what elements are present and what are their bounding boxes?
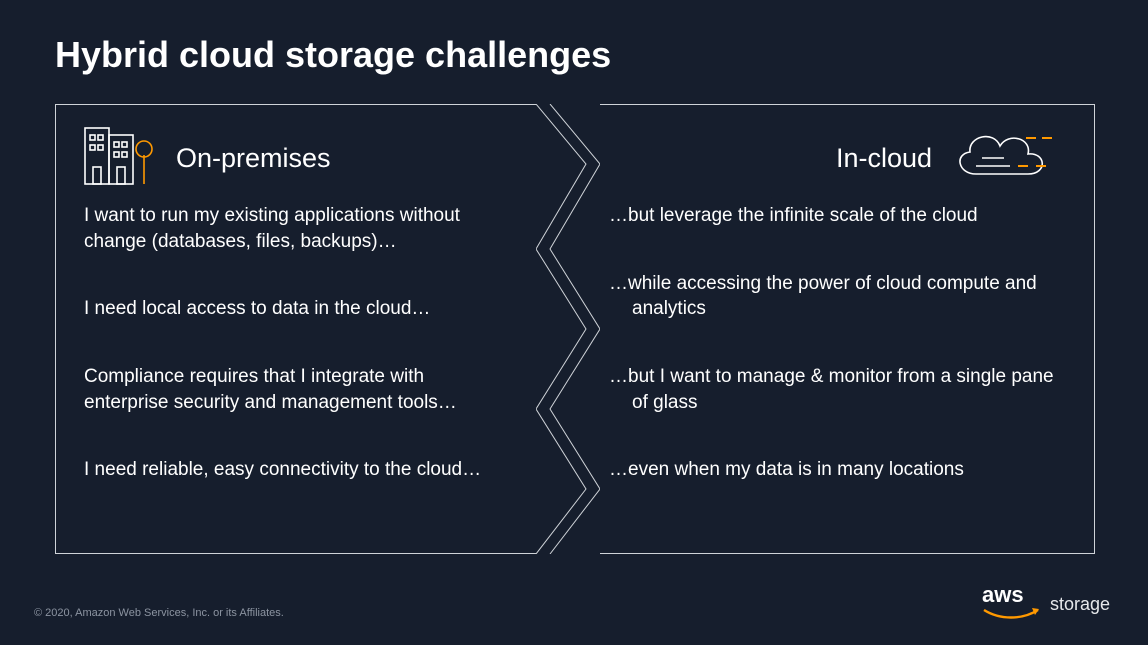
panels-container: On-premises I want to run my existing ap… [55, 104, 1095, 554]
building-icon [84, 127, 162, 190]
list-item: I need reliable, easy connectivity to th… [84, 457, 510, 483]
list-item: I want to run my existing applications w… [84, 203, 510, 254]
list-item: …even when my data is in many locations [600, 457, 1056, 483]
zigzag-divider-icon [536, 104, 600, 554]
panel-right-title: In-cloud [836, 143, 932, 174]
list-item: I need local access to data in the cloud… [84, 296, 510, 322]
on-premises-list: I want to run my existing applications w… [84, 203, 510, 483]
list-item: …but I want to manage & monitor from a s… [600, 364, 1056, 415]
aws-logo-icon: aws [982, 584, 1040, 627]
list-item: …but leverage the infinite scale of the … [600, 203, 1056, 229]
copyright-text: © 2020, Amazon Web Services, Inc. or its… [34, 607, 284, 619]
in-cloud-list: …but leverage the infinite scale of the … [600, 203, 1056, 483]
cloud-icon [946, 124, 1056, 193]
list-item: Compliance requires that I integrate wit… [84, 364, 510, 415]
brand-footer: aws storage [982, 584, 1110, 627]
list-item: …while accessing the power of cloud comp… [600, 271, 1056, 322]
panel-in-cloud: In-cloud …but lev [600, 104, 1095, 554]
brand-subtext: storage [1050, 594, 1110, 627]
panel-right-header: In-cloud [600, 123, 1056, 193]
panel-on-premises: On-premises I want to run my existing ap… [55, 104, 536, 554]
panel-left-header: On-premises [84, 123, 510, 193]
svg-text:aws: aws [982, 584, 1024, 607]
slide-title: Hybrid cloud storage challenges [55, 34, 611, 76]
panel-left-title: On-premises [176, 143, 331, 174]
